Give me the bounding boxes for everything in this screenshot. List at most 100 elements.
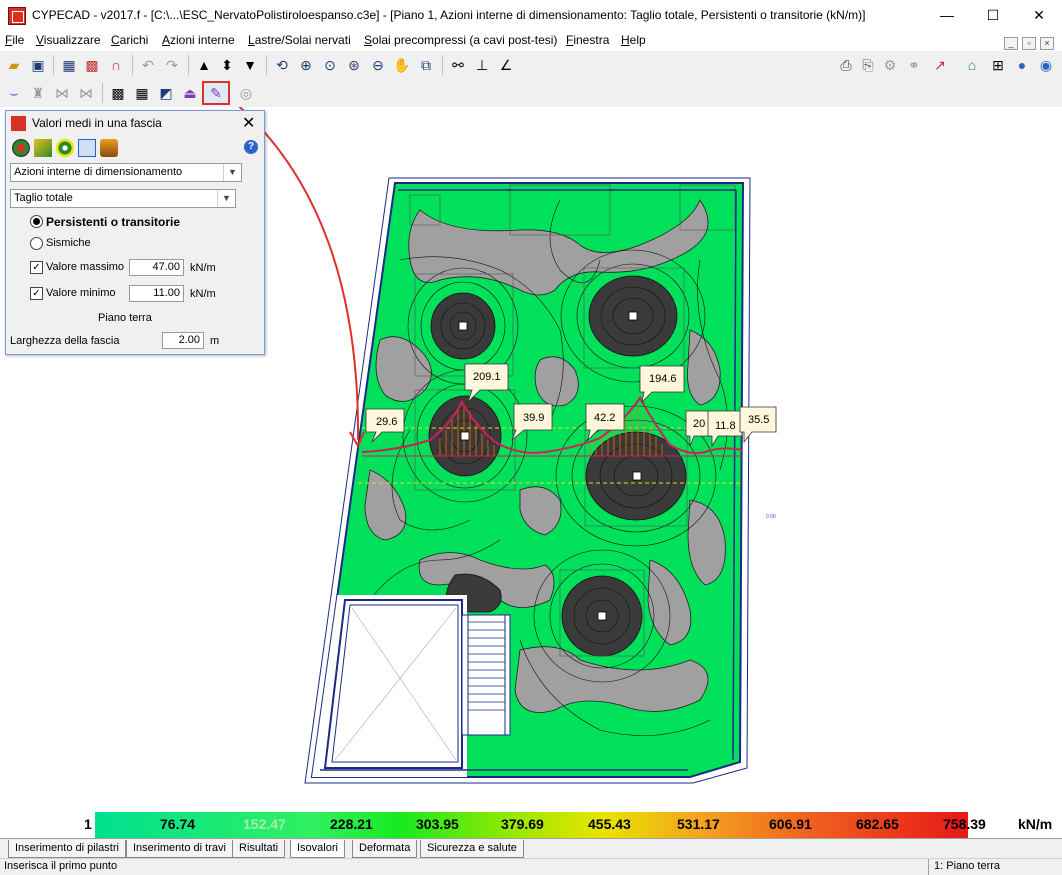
- eye-icon[interactable]: ◎: [236, 83, 256, 103]
- menu-solai-precompressi[interactable]: Solai precompressi (a cavi post-tesi): [364, 33, 557, 47]
- scale-value: 758.39: [943, 816, 986, 832]
- menu-carichi[interactable]: Carichi: [111, 33, 148, 47]
- strip-average-tool-icon[interactable]: ✎: [202, 81, 230, 105]
- menu-visualizzare[interactable]: Visualizzare: [36, 33, 101, 47]
- menu-file[interactable]: File: [5, 33, 24, 47]
- support-icon[interactable]: ♜: [28, 83, 48, 103]
- maximize-button[interactable]: ☐: [970, 0, 1016, 31]
- minimize-button[interactable]: —: [924, 0, 970, 31]
- pan-hand-icon[interactable]: ✋: [392, 55, 412, 75]
- mesh-icon[interactable]: ▦: [132, 83, 152, 103]
- radio-persistenti-label: Persistenti o transitorie: [46, 215, 181, 229]
- results-type-value: Azioni interne di dimensionamento: [14, 166, 183, 178]
- callout-value: 20: [693, 418, 705, 430]
- valore-minimo-label: Valore minimo: [46, 287, 116, 299]
- strip-width-input[interactable]: 2.00: [162, 332, 204, 349]
- chevron-down-icon: ▼: [223, 164, 241, 181]
- link-icon[interactable]: ⚭: [904, 55, 924, 75]
- radio-sismiche[interactable]: [30, 237, 43, 250]
- mdi-restore-icon[interactable]: ▫: [1022, 37, 1036, 50]
- zoom-window-icon[interactable]: ⊙: [320, 55, 340, 75]
- measure-angle-icon[interactable]: ∠: [496, 55, 516, 75]
- scale-value: 228.21: [330, 816, 373, 832]
- menu-lastre-solai[interactable]: Lastre/Solai nervati: [248, 33, 351, 47]
- view-window-icon[interactable]: ⧉: [416, 55, 436, 75]
- dialog-close-button[interactable]: ✕: [242, 113, 255, 133]
- tab-inserimento-pilastri[interactable]: Inserimento di pilastri: [8, 840, 126, 858]
- view-contours-icon[interactable]: [12, 139, 30, 157]
- mdi-close-icon[interactable]: ×: [1040, 37, 1054, 50]
- magnet-icon[interactable]: ∩: [106, 55, 126, 75]
- valore-massimo-unit: kN/m: [190, 262, 216, 274]
- menu-help[interactable]: Help: [621, 33, 646, 47]
- tab-risultati[interactable]: Risultati: [232, 840, 286, 858]
- callout-value: 11.8: [715, 420, 736, 432]
- view-target-icon[interactable]: [56, 139, 74, 157]
- help-icon[interactable]: ●: [1012, 55, 1032, 75]
- tab-isovalori[interactable]: Isovalori: [290, 840, 345, 858]
- dialog-help-icon[interactable]: ?: [244, 140, 258, 154]
- redraw-icon[interactable]: ⟲: [272, 55, 292, 75]
- tab-sicurezza-salute[interactable]: Sicurezza e salute: [420, 840, 524, 858]
- tab-deformata[interactable]: Deformata: [352, 840, 418, 858]
- beam-view-icon[interactable]: ⏏: [180, 83, 200, 103]
- valore-minimo-input[interactable]: 11.00: [129, 285, 184, 302]
- close-button[interactable]: ✕: [1016, 0, 1062, 31]
- globe-icon[interactable]: ◉: [1036, 55, 1056, 75]
- callout-value: 42.2: [594, 412, 615, 424]
- checkbox-valore-massimo[interactable]: ✓: [30, 261, 43, 274]
- deformation-icon[interactable]: ⌣: [4, 83, 24, 103]
- valore-massimo-label: Valore massimo: [46, 261, 125, 273]
- status-floor: 1: Piano terra: [934, 860, 1001, 872]
- menu-azioni-interne[interactable]: Azioni interne: [162, 33, 235, 47]
- menu-finestra[interactable]: Finestra: [566, 33, 609, 47]
- callout-value: 209.1: [473, 371, 501, 383]
- undo-icon[interactable]: ↶: [138, 55, 158, 75]
- valore-massimo-input[interactable]: 47.00: [129, 259, 184, 276]
- color-scale: 1 76.74 152.47 228.21 303.95 379.69 455.…: [0, 812, 1062, 838]
- tab-inserimento-travi[interactable]: Inserimento di travi: [126, 840, 233, 858]
- radio-persistenti[interactable]: [30, 215, 43, 228]
- main-toolbar: ▰ ▣ ▦ ▩ ∩ ↶ ↷ ▲ ⬍ ▼ ⟲ ⊕ ⊙ ⊛ ⊖ ✋ ⧉ ⚯ ⊥ ∠ …: [0, 51, 1062, 80]
- send-icon[interactable]: ↗: [930, 55, 950, 75]
- mdi-minimize-icon[interactable]: _: [1004, 37, 1018, 50]
- scale-unit: kN/m: [1018, 816, 1053, 832]
- valore-minimo-unit: kN/m: [190, 288, 216, 300]
- moment-x-icon[interactable]: ⋈: [52, 83, 72, 103]
- results-type-select[interactable]: Azioni interne di dimensionamento ▼: [10, 163, 242, 182]
- zoom-out-icon[interactable]: ⊖: [368, 55, 388, 75]
- save-icon[interactable]: ▣: [28, 55, 48, 75]
- moment-y-icon[interactable]: ⋈: [76, 83, 96, 103]
- slab-section-icon[interactable]: ◩: [156, 83, 176, 103]
- scale-value: 682.65: [856, 816, 899, 832]
- printer-icon[interactable]: ⎙: [836, 55, 856, 75]
- floor-updown-icon[interactable]: ⬍: [217, 55, 237, 75]
- grid-icon[interactable]: ▩: [82, 55, 102, 75]
- network-icon[interactable]: ⊞: [988, 55, 1008, 75]
- checkbox-valore-minimo[interactable]: ✓: [30, 287, 43, 300]
- copy-icon[interactable]: ⚙: [880, 55, 900, 75]
- zoom-previous-icon[interactable]: ⊛: [344, 55, 364, 75]
- zoom-all-icon[interactable]: ⊕: [296, 55, 316, 75]
- chevron-down-icon: ▼: [217, 190, 235, 207]
- building-icon[interactable]: ⌂: [962, 55, 982, 75]
- export-icon[interactable]: ⎘: [858, 55, 878, 75]
- dimension-icon[interactable]: ⊥: [472, 55, 492, 75]
- reinforcement-icon[interactable]: ▩: [108, 83, 128, 103]
- tab-bar: Inserimento di pilastri Inserimento di t…: [0, 838, 1062, 859]
- strip-values-dialog[interactable]: Valori medi in una fascia ✕ ? Azioni int…: [5, 110, 265, 355]
- strip-width-unit: m: [210, 335, 220, 347]
- force-type-select[interactable]: Taglio totale ▼: [10, 189, 236, 208]
- callout-value: 194.6: [649, 373, 677, 385]
- open-folder-icon[interactable]: ▰: [4, 55, 24, 75]
- floor-down-icon[interactable]: ▼: [240, 55, 260, 75]
- view-settings-icon[interactable]: [100, 139, 118, 157]
- print-view-icon[interactable]: ▦: [59, 55, 79, 75]
- redo-icon[interactable]: ↷: [162, 55, 182, 75]
- view-zoom-icon[interactable]: [78, 139, 96, 157]
- binoculars-icon[interactable]: ⚯: [448, 55, 468, 75]
- scale-value: 606.91: [769, 816, 812, 832]
- floor-label: Piano terra: [98, 312, 152, 324]
- view-isolines-icon[interactable]: [34, 139, 52, 157]
- floor-up-icon[interactable]: ▲: [194, 55, 214, 75]
